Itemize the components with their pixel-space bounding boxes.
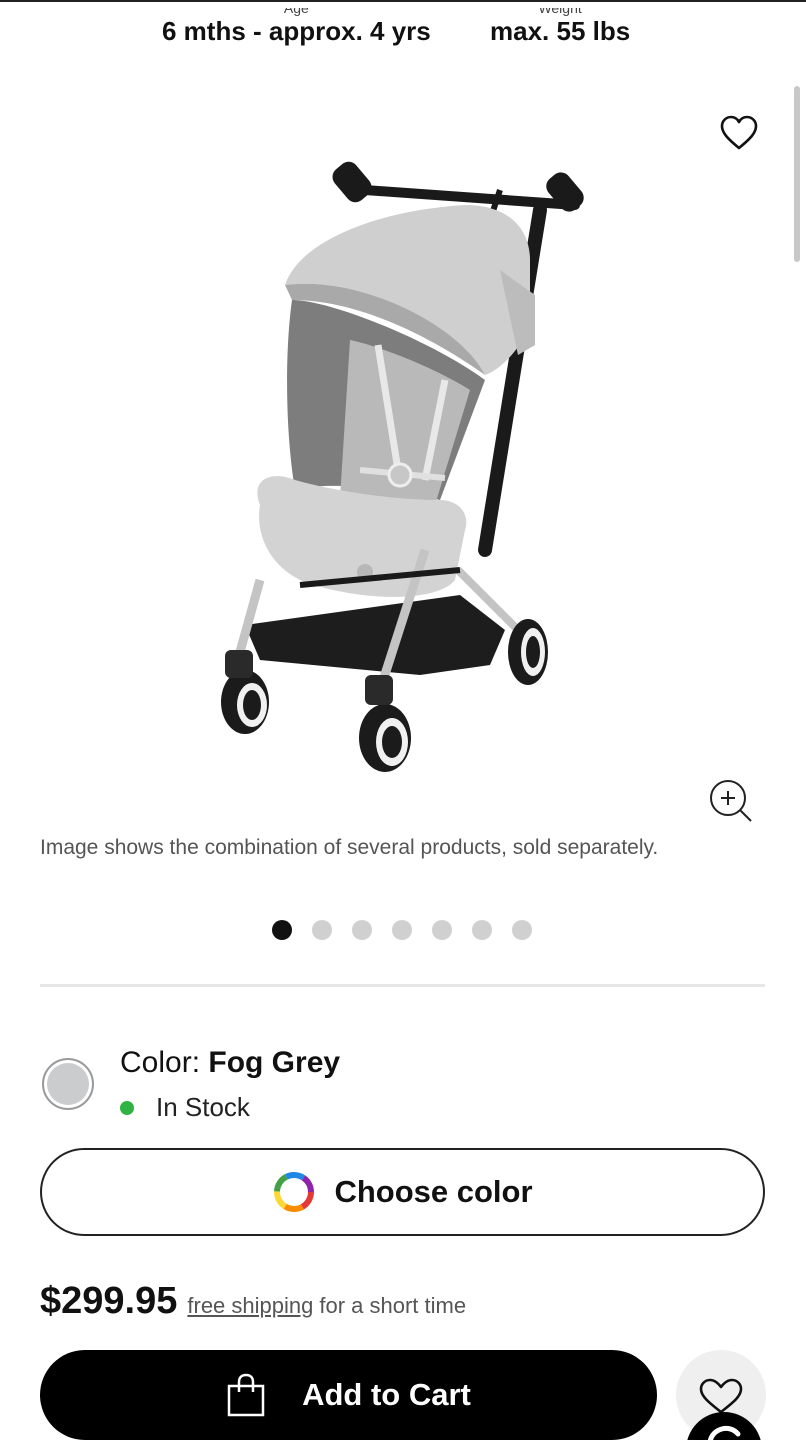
chat-button[interactable] (684, 1408, 764, 1440)
color-label: Color: (120, 1046, 201, 1079)
product-specs: Age 6 mths - approx. 4 yrs Weight max. 5… (0, 8, 806, 58)
section-divider (40, 984, 765, 987)
product-image[interactable] (200, 150, 600, 780)
shipping-note: for a short time (319, 1293, 467, 1318)
spec-age: Age 6 mths - approx. 4 yrs (162, 8, 431, 47)
carousel-dot-7[interactable] (512, 920, 532, 940)
stock-indicator-dot (120, 1100, 134, 1115)
price-row: $299.95 free shipping for a short time (40, 1280, 466, 1323)
choose-color-label: Choose color (334, 1174, 533, 1209)
carousel-dot-5[interactable] (432, 920, 452, 940)
top-border (0, 0, 806, 2)
spec-age-label: Age (283, 8, 309, 16)
spec-age-value: 6 mths - approx. 4 yrs (162, 16, 431, 46)
carousel-dot-3[interactable] (352, 920, 372, 940)
heart-icon (720, 115, 758, 150)
carousel-dot-1[interactable] (272, 920, 292, 940)
spec-weight: Weight max. 55 lbs (490, 8, 630, 47)
zoom-in-icon (710, 780, 752, 822)
shopping-bag-icon (227, 1373, 265, 1417)
price: $299.95 (40, 1280, 178, 1322)
zoom-button[interactable] (706, 776, 754, 824)
free-shipping-link[interactable]: free shipping (187, 1293, 313, 1319)
color-swatch[interactable] (42, 1058, 94, 1110)
add-to-cart-button[interactable]: Add to Cart (40, 1350, 657, 1440)
add-to-cart-label: Add to Cart (302, 1377, 471, 1412)
stock-text: In Stock (156, 1092, 250, 1122)
selected-color: Color: Fog Grey (120, 1046, 340, 1080)
color-wheel-icon (274, 1172, 315, 1212)
carousel-dot-2[interactable] (312, 920, 332, 940)
choose-color-button[interactable]: Choose color (40, 1148, 765, 1236)
page-scrollbar[interactable] (794, 86, 800, 262)
color-value: Fog Grey (208, 1046, 341, 1079)
carousel-dots (272, 920, 532, 940)
carousel-dot-4[interactable] (392, 920, 412, 940)
image-disclaimer: Image shows the combination of several p… (40, 836, 659, 859)
stroller-image (221, 161, 584, 772)
carousel-dot-6[interactable] (472, 920, 492, 940)
spec-weight-label: Weight (538, 8, 582, 16)
wishlist-button-image[interactable] (718, 112, 760, 154)
spec-weight-value: max. 55 lbs (490, 16, 631, 46)
chat-icon (687, 1412, 761, 1440)
stock-status: In Stock (120, 1092, 250, 1123)
